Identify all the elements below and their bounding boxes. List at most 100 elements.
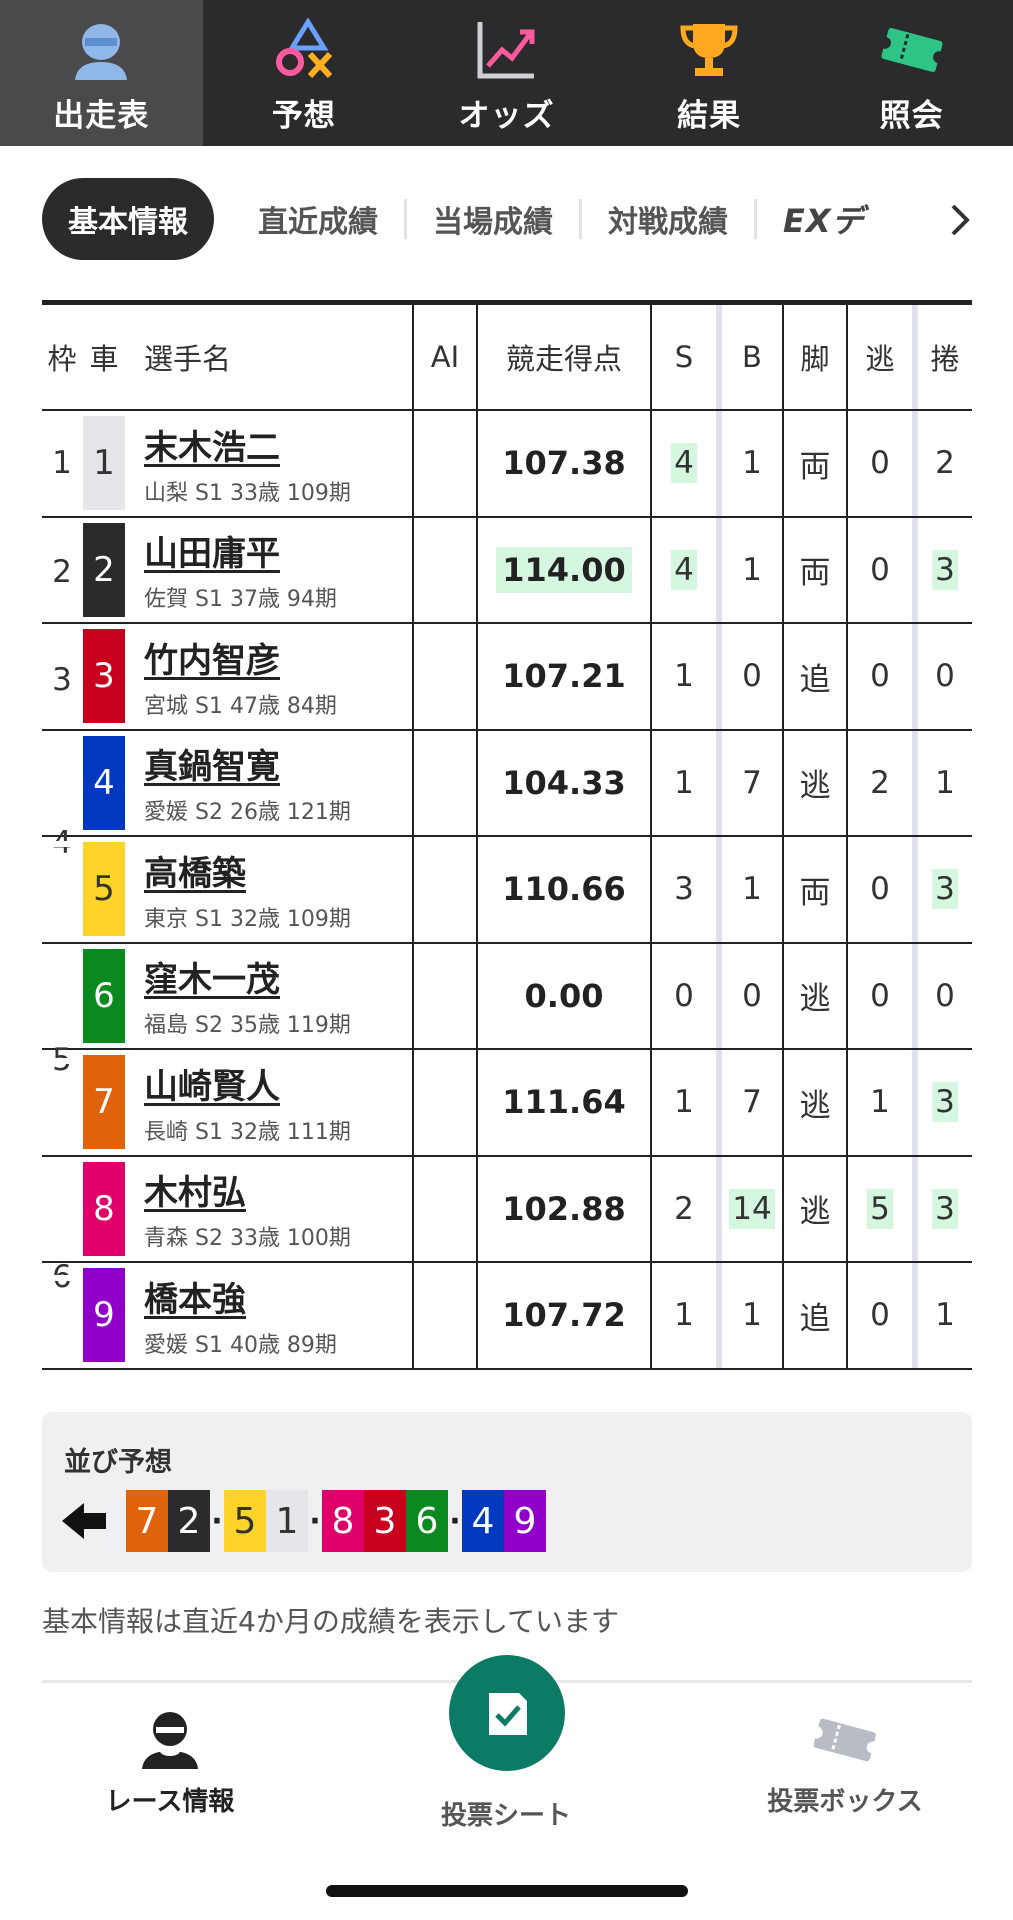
ai-cell — [412, 624, 476, 729]
nav-tab-yoso[interactable]: 予想 — [203, 0, 406, 146]
waku-cell — [42, 1157, 82, 1262]
score-cell: 107.21 — [476, 624, 650, 729]
table-row: 2 山田庸平 佐賀 S1 37歳 94期 114.00 4 1 両 0 3 — [42, 517, 972, 624]
makuri-cell: 3 — [912, 1050, 972, 1155]
nige-value: 0 — [870, 445, 890, 482]
nige-value: 2 — [870, 764, 890, 801]
line-car-badge: 6 — [406, 1490, 448, 1552]
b-value: 1 — [742, 551, 762, 588]
chevron-right-icon[interactable] — [945, 200, 975, 240]
racer-cell: 山崎賢人 長崎 S1 32歳 111期 — [126, 1050, 412, 1155]
line-car-badge: 5 — [224, 1490, 266, 1552]
score-cell: 110.66 — [476, 837, 650, 942]
makuri-cell: 1 — [912, 730, 972, 835]
subtab-ex[interactable]: EXデ — [757, 178, 891, 260]
score-cell: 111.64 — [476, 1050, 650, 1155]
table-row: 9 橋本強 愛媛 S1 40歳 89期 107.72 1 1 追 0 1 — [42, 1263, 972, 1370]
kyaku-cell: 逃 — [782, 730, 846, 835]
racer-name-link[interactable]: 山崎賢人 — [144, 1059, 280, 1108]
racer-name-link[interactable]: 竹内智彦 — [144, 633, 280, 682]
s-cell: 1 — [650, 624, 716, 729]
racer-cell: 末木浩二 山梨 S1 33歳 109期 — [126, 411, 412, 516]
racer-name-link[interactable]: 真鍋智寛 — [144, 739, 280, 788]
b-value: 1 — [742, 871, 762, 908]
s-value: 1 — [674, 1297, 694, 1334]
car-number-badge: 3 — [83, 629, 125, 724]
ai-cell — [412, 730, 476, 835]
s-value: 4 — [671, 443, 697, 484]
ai-cell — [412, 1050, 476, 1155]
waku-merge-cover — [42, 1275, 82, 1281]
racer-info: 佐賀 S1 37歳 94期 — [144, 587, 337, 613]
bet-sheet-button[interactable] — [449, 1655, 565, 1771]
bottom-tab-bet-sheet-label-wrap[interactable]: 投票シート — [436, 1785, 576, 1832]
header-score[interactable]: 競走得点 — [476, 305, 650, 409]
sub-tabs: 基本情報 直近成績 当場成績 対戦成績 EXデ — [0, 146, 1013, 291]
racer-name-link[interactable]: 木村弘 — [144, 1165, 246, 1214]
s-cell: 1 — [650, 1050, 716, 1155]
b-cell: 0 — [716, 943, 782, 1048]
racer-name-link[interactable]: 窪木一茂 — [144, 952, 280, 1001]
makuri-cell: 3 — [912, 517, 972, 622]
score-cell: 107.38 — [476, 411, 650, 516]
header-s[interactable]: S — [650, 305, 716, 409]
header-b[interactable]: B — [716, 305, 782, 409]
waku-merge-cover — [42, 841, 82, 847]
nige-value: 1 — [870, 1084, 890, 1121]
bottom-tab-bet-box[interactable]: 投票ボックス — [760, 1707, 930, 1818]
nige-value: 0 — [870, 658, 890, 695]
b-cell: 0 — [716, 624, 782, 729]
b-value: 7 — [742, 1084, 762, 1121]
kyaku-value: 追 — [799, 1300, 831, 1337]
racer-name-link[interactable]: 山田庸平 — [144, 526, 280, 575]
car-number-cell: 3 — [82, 624, 126, 729]
makuri-value: 2 — [935, 445, 955, 482]
score-cell: 104.33 — [476, 730, 650, 835]
odds-chart-icon — [471, 16, 541, 84]
car-number-cell: 5 — [82, 837, 126, 942]
entry-table: 枠 車 選手名 AI 競走得点 S B 脚 逃 捲 1 末木浩二 山梨 S1 33歳… — [42, 300, 972, 1370]
line-car-badge: 2 — [168, 1490, 210, 1552]
s-cell: 4 — [650, 411, 716, 516]
nav-tab-odds[interactable]: オッズ — [405, 0, 608, 146]
racer-name-link[interactable]: 高橋築 — [144, 846, 246, 895]
kyaku-cell: 追 — [782, 1263, 846, 1368]
nige-cell: 0 — [846, 411, 912, 516]
nav-tab-shokai[interactable]: 照会 — [810, 0, 1013, 146]
header-makuri[interactable]: 捲 — [912, 305, 972, 409]
racer-name-link[interactable]: 橋本強 — [144, 1272, 246, 1321]
kyaku-value: 両 — [799, 448, 831, 485]
ticket-icon — [877, 16, 947, 84]
nige-value: 0 — [870, 551, 890, 588]
makuri-value: 3 — [932, 869, 958, 910]
kyaku-cell: 両 — [782, 837, 846, 942]
racer-cell: 竹内智彦 宮城 S1 47歳 84期 — [126, 624, 412, 729]
kyaku-value: 逃 — [799, 768, 831, 805]
s-cell: 0 — [650, 943, 716, 1048]
racer-info: 愛媛 S2 26歳 121期 — [144, 800, 351, 826]
subtab-taisen[interactable]: 対戦成績 — [582, 178, 754, 260]
subtab-chokkin[interactable]: 直近成績 — [232, 178, 404, 260]
racer-name-link[interactable]: 末木浩二 — [144, 420, 280, 469]
prediction-symbols-icon — [269, 16, 339, 84]
b-value: 14 — [729, 1188, 775, 1229]
s-cell: 4 — [650, 517, 716, 622]
kyaku-value: 追 — [799, 661, 831, 698]
nav-tab-shussohyo[interactable]: 出走表 — [0, 0, 203, 146]
home-indicator — [326, 1885, 688, 1897]
bottom-tab-label: 投票ボックス — [767, 1787, 923, 1817]
score-value: 107.72 — [502, 1296, 626, 1335]
header-car: 車 — [89, 342, 119, 376]
header-ai[interactable]: AI — [412, 305, 476, 409]
score-cell: 114.00 — [476, 517, 650, 622]
subtab-kihon[interactable]: 基本情報 — [42, 177, 214, 260]
subtab-toujou[interactable]: 当場成績 — [407, 178, 579, 260]
bottom-tab-race-info[interactable]: レース情報 — [100, 1707, 240, 1818]
car-number-badge: 4 — [83, 735, 125, 830]
nav-tab-kekka[interactable]: 結果 — [608, 0, 811, 146]
s-value: 4 — [671, 549, 697, 590]
nav-label: 予想 — [271, 98, 336, 134]
header-nige[interactable]: 逃 — [846, 305, 912, 409]
line-car-badge: 8 — [322, 1490, 364, 1552]
waku-number: 3 — [52, 662, 72, 699]
